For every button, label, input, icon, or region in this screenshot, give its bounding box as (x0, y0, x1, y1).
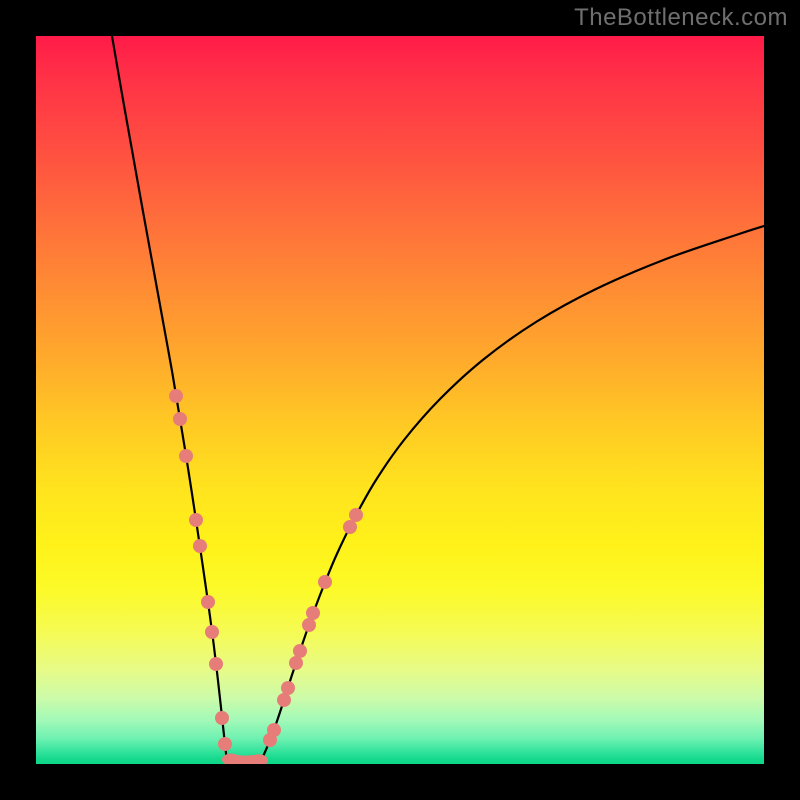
curve-marker (343, 520, 357, 534)
curve-marker (201, 595, 215, 609)
curve-marker (267, 723, 281, 737)
curve-marker (169, 389, 183, 403)
curve-marker (173, 412, 187, 426)
curve-marker (349, 508, 363, 522)
curve-marker (281, 681, 295, 695)
curve-marker (289, 656, 303, 670)
curve-markers (169, 389, 363, 764)
bottleneck-curve (112, 36, 764, 762)
curve-marker (205, 625, 219, 639)
curve-marker (189, 513, 203, 527)
chart-frame: TheBottleneck.com (0, 0, 800, 800)
curve-svg (36, 36, 764, 764)
curve-marker (209, 657, 223, 671)
curve-marker (306, 606, 320, 620)
curve-marker (179, 449, 193, 463)
curve-marker (218, 737, 232, 751)
plot-area (36, 36, 764, 764)
watermark-text: TheBottleneck.com (574, 4, 788, 32)
curve-marker (193, 539, 207, 553)
curve-marker (293, 644, 307, 658)
curve-marker (302, 618, 316, 632)
curve-marker (215, 711, 229, 725)
curve-marker (318, 575, 332, 589)
curve-marker (277, 693, 291, 707)
